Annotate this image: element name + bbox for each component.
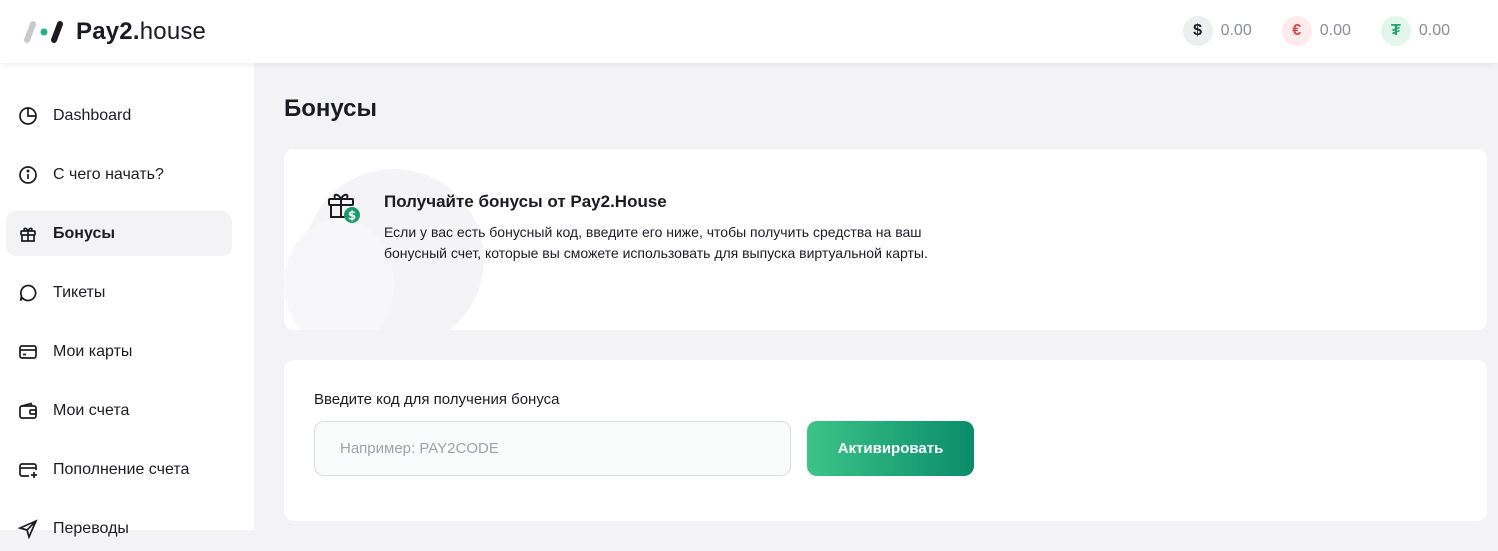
- chat-bubble-icon: [18, 283, 38, 303]
- wallet-icon: [18, 401, 38, 421]
- svg-text:$: $: [348, 209, 356, 223]
- balances: $ 0.00 € 0.00 ₮ 0.00: [1182, 16, 1450, 46]
- pie-chart-icon: [18, 106, 38, 126]
- sidebar-item-label: Переводы: [53, 519, 129, 537]
- sidebar-item-getting-started[interactable]: С чего начать?: [6, 152, 232, 197]
- bonus-info-text: Если у вас есть бонусный код, введите ег…: [384, 224, 928, 261]
- sidebar-item-my-cards[interactable]: Мои карты: [6, 329, 232, 374]
- sidebar-item-top-up[interactable]: Пополнение счета: [6, 447, 232, 492]
- bonus-info-title: Получайте бонусы от Pay2.House: [384, 192, 667, 211]
- page-title: Бонусы: [284, 95, 377, 122]
- dollar-icon: $: [1182, 16, 1213, 46]
- sidebar-item-label: Dashboard: [53, 106, 132, 124]
- send-icon: [18, 518, 38, 539]
- sidebar-item-label: С чего начать?: [53, 165, 164, 183]
- balance-usd-value: 0.00: [1220, 22, 1252, 39]
- card-plus-icon: [18, 460, 38, 480]
- bonus-info-card: $ Получайте бонусы от Pay2.House Если у …: [284, 149, 1487, 330]
- sidebar-item-label: Пополнение счета: [53, 460, 190, 478]
- logo-text-bold: Pay2.: [76, 18, 140, 45]
- sidebar-item-bonuses[interactable]: Бонусы: [6, 211, 232, 256]
- gift-icon: [18, 224, 38, 244]
- sidebar-item-transfers[interactable]: Переводы: [6, 506, 232, 551]
- euro-icon: €: [1281, 16, 1312, 46]
- card-icon: [18, 342, 38, 362]
- logo-mark-icon: [24, 21, 63, 43]
- tether-icon: ₮: [1380, 16, 1411, 46]
- activate-button[interactable]: Активировать: [807, 421, 974, 476]
- balance-usdt-value: 0.00: [1418, 22, 1450, 39]
- balance-eur-value: 0.00: [1319, 22, 1351, 39]
- bonus-code-label: Введите код для получения бонуса: [314, 391, 560, 408]
- sidebar-item-my-accounts[interactable]: Мои счета: [6, 388, 232, 433]
- sidebar-item-dashboard[interactable]: Dashboard: [6, 93, 232, 138]
- sidebar-item-tickets[interactable]: Тикеты: [6, 270, 232, 315]
- balance-usd[interactable]: $ 0.00: [1182, 16, 1252, 46]
- sidebar: Dashboard С чего начать? Бонусы Тикеты М…: [0, 63, 254, 539]
- gift-dollar-icon: $: [328, 193, 360, 223]
- logo-text-light: house: [139, 18, 207, 45]
- top-header: Pay2.house $ 0.00 € 0.00 ₮ 0.00: [0, 0, 1498, 63]
- sidebar-item-label: Бонусы: [53, 224, 115, 242]
- sidebar-item-label: Мои счета: [53, 401, 130, 419]
- logo[interactable]: Pay2.house: [24, 18, 206, 46]
- bonus-code-input[interactable]: [314, 421, 791, 476]
- sidebar-item-label: Мои карты: [53, 342, 133, 360]
- bonus-code-form: Введите код для получения бонуса Активир…: [284, 360, 1487, 521]
- balance-usdt[interactable]: ₮ 0.00: [1380, 16, 1450, 46]
- balance-eur[interactable]: € 0.00: [1281, 16, 1351, 46]
- info-icon: [18, 165, 38, 185]
- logo-text: Pay2.house: [76, 18, 206, 46]
- sidebar-item-label: Тикеты: [53, 283, 106, 301]
